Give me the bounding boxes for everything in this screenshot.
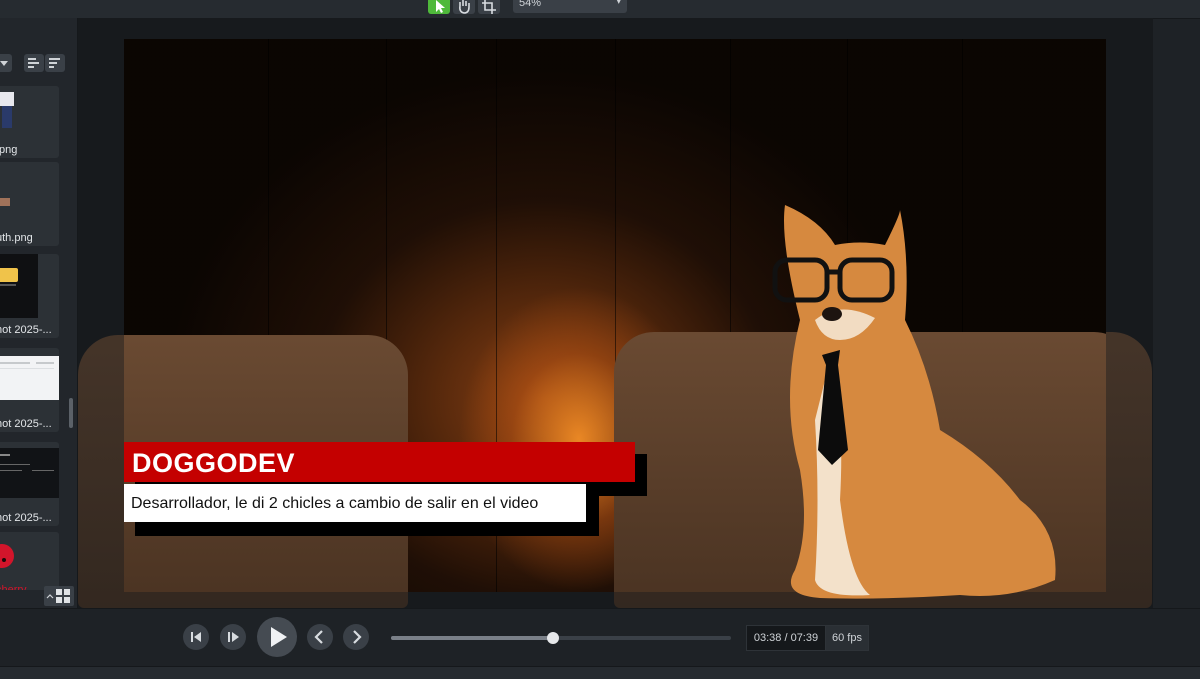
pan-tool-button[interactable] bbox=[453, 0, 475, 14]
next-button[interactable] bbox=[343, 624, 369, 650]
media-thumbnail bbox=[0, 356, 59, 400]
media-item[interactable]: cherry bbox=[0, 532, 59, 590]
media-thumbnail bbox=[0, 162, 59, 224]
cherry-logo-icon bbox=[0, 544, 14, 568]
lower-third-role: Desarrollador, le di 2 chicles a cambio … bbox=[131, 495, 539, 512]
time-display: 03:38 / 07:39 bbox=[746, 625, 826, 651]
top-toolbar: 54% ▾ bbox=[0, 0, 1200, 19]
step-forward-icon bbox=[228, 632, 239, 642]
chevron-down-icon: ▾ bbox=[616, 0, 621, 6]
media-caption: hot 2025-... bbox=[0, 324, 52, 336]
shiba-dog-image[interactable] bbox=[760, 200, 1090, 610]
grid-view-button[interactable] bbox=[44, 586, 74, 606]
media-thumbnail bbox=[0, 448, 59, 498]
playback-controls: 03:38 / 07:39 60 fps bbox=[0, 608, 1200, 667]
play-button[interactable] bbox=[257, 617, 297, 657]
step-back-icon bbox=[191, 632, 201, 642]
sort-descending-button[interactable] bbox=[45, 54, 65, 72]
scrub-handle[interactable] bbox=[547, 632, 560, 644]
media-caption: hot 2025-... bbox=[0, 512, 52, 524]
crop-icon bbox=[482, 0, 496, 14]
select-arrow-icon bbox=[436, 0, 445, 13]
previous-button[interactable] bbox=[307, 624, 333, 650]
lower-third-name: DOGGODEV bbox=[132, 448, 296, 478]
media-thumbnail bbox=[0, 532, 59, 590]
grid-view-icon bbox=[46, 589, 70, 603]
play-icon bbox=[271, 627, 287, 647]
media-item[interactable]: .png bbox=[0, 86, 59, 158]
fps-display[interactable]: 60 fps bbox=[825, 625, 869, 651]
sort-right-icon bbox=[49, 58, 60, 68]
media-bin-header bbox=[0, 50, 77, 76]
sort-ascending-button[interactable] bbox=[24, 54, 44, 72]
folder-icon bbox=[0, 268, 18, 286]
sort-left-icon bbox=[28, 58, 39, 68]
object-thumbnail-icon bbox=[0, 198, 10, 206]
bin-scrollbar[interactable] bbox=[69, 398, 73, 428]
zoom-value: 54% bbox=[519, 0, 542, 9]
media-item[interactable]: uth.png bbox=[0, 162, 59, 246]
bottom-strip bbox=[0, 666, 1200, 679]
select-tool-button[interactable] bbox=[428, 0, 450, 14]
screenshot-thumbnail-icon bbox=[0, 362, 54, 369]
media-item[interactable]: hot 2025-... bbox=[0, 348, 59, 432]
scrub-track[interactable] bbox=[391, 632, 731, 644]
chevron-right-icon bbox=[353, 630, 362, 644]
scrub-progress bbox=[391, 636, 554, 640]
media-thumbnail bbox=[0, 254, 38, 318]
zoom-select[interactable]: 54% ▾ bbox=[513, 0, 627, 13]
dark-screenshot-thumbnail-icon bbox=[0, 454, 54, 471]
character-thumbnail-icon bbox=[0, 92, 14, 128]
media-caption: uth.png bbox=[0, 232, 33, 244]
crop-tool-button[interactable] bbox=[478, 0, 500, 14]
media-caption: hot 2025-... bbox=[0, 418, 52, 430]
chevron-left-icon bbox=[314, 630, 323, 644]
media-thumbnail bbox=[0, 86, 59, 138]
media-caption: .png bbox=[0, 144, 18, 156]
media-bin: .png uth.png hot 2025-... hot 2025-... h… bbox=[0, 18, 78, 608]
bin-dropdown[interactable] bbox=[0, 54, 12, 72]
step-back-button[interactable] bbox=[183, 624, 209, 650]
pan-hand-icon bbox=[459, 0, 470, 14]
step-forward-button[interactable] bbox=[220, 624, 246, 650]
media-item[interactable]: hot 2025-... bbox=[0, 254, 59, 338]
media-item[interactable]: hot 2025-... bbox=[0, 442, 59, 526]
media-caption: cherry bbox=[0, 584, 27, 590]
